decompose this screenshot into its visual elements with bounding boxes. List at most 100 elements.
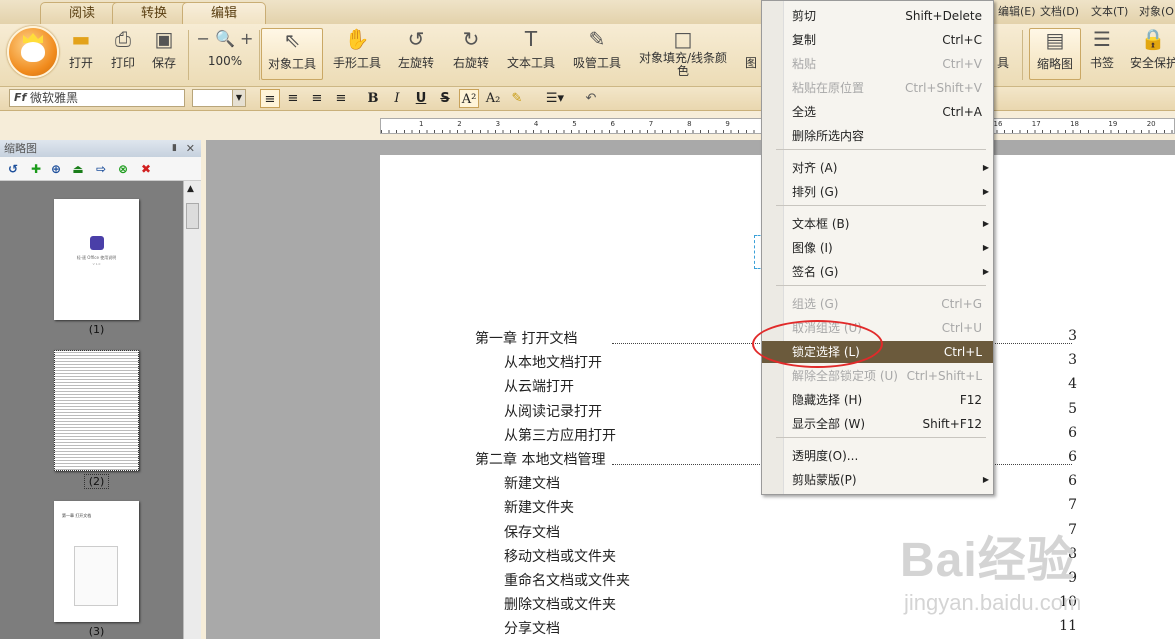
font-icon: Ff [14,91,27,104]
pin-icon[interactable]: ▮ [172,140,177,157]
toc-page-number: 3 [1068,352,1077,369]
underline-button[interactable]: U [411,89,431,108]
scroll-thumb[interactable] [186,203,199,229]
toc-entry[interactable]: 从云端打开 [504,376,574,396]
font-family-select[interactable]: Ff 微软雅黑 [9,89,185,107]
menu-document[interactable]: 文档(D) [1040,3,1079,19]
zoom-control[interactable]: − 🔍 + 100% [193,28,257,68]
close-icon[interactable]: ✕ [186,140,195,157]
add-page-icon[interactable]: ✚ [28,161,44,177]
toc-entry[interactable]: 从阅读记录打开 [504,401,602,421]
replace-page-icon[interactable]: ⊗ [115,161,131,177]
toc-entry[interactable]: 分享文档 [504,618,560,638]
submenu-arrow-icon: ▶ [982,475,989,484]
annotation-circle [752,320,883,368]
print-button[interactable]: ⎙ 打印 [106,28,140,71]
context-menu-item[interactable]: 粘贴 Ctrl+V [762,53,993,75]
hand-tool-button[interactable]: ✋ 手形工具 [330,28,384,71]
toc-entry[interactable]: 保存文档 [504,522,560,542]
context-menu-item[interactable]: 粘贴在原位置 Ctrl+Shift+V [762,77,993,99]
menu-object[interactable]: 对象(O [1139,3,1174,19]
strikethrough-button[interactable]: S [435,89,455,108]
context-menu-item[interactable]: 签名 (G) ▶ [762,261,993,283]
context-menu-item[interactable]: 对齐 (A) ▶ [762,157,993,179]
app-logo-icon[interactable] [7,26,59,78]
rotate-left-button[interactable]: ↺ 左旋转 [392,28,440,71]
context-menu-item[interactable]: 剪贴蒙版(P) ▶ [762,469,993,491]
italic-icon: I [394,91,400,106]
font-size-select[interactable]: ▼ [192,89,246,107]
italic-button[interactable]: I [387,89,407,108]
image-tool-button-partial[interactable]: 图 [742,28,760,71]
context-menu-item[interactable]: 隐藏选择 (H) F12 [762,389,993,411]
extract-page-icon[interactable]: ⏏ [70,161,86,177]
ruler-number: 17 [1031,120,1041,128]
toc-page-number: 6 [1068,424,1077,441]
context-menu-item[interactable]: 透明度(O)... [762,445,993,467]
bookmark-button[interactable]: ☰ 书签 [1086,28,1118,71]
object-tool-button[interactable]: ⇖ 对象工具 [261,28,323,80]
menu-text[interactable]: 文本(T) [1091,3,1128,19]
align-right-icon: ≡ [311,91,323,106]
context-menu-item[interactable]: 文本框 (B) ▶ [762,213,993,235]
toc-chapter[interactable]: 第一章 打开文档 [475,328,577,348]
toc-entry[interactable]: 重命名文档或文件夹 [504,570,630,590]
thumbnail-button[interactable]: ▤ 缩略图 [1029,28,1081,80]
thumbnail-page-2[interactable] [54,350,139,471]
superscript-button[interactable]: A² [459,89,479,108]
toc-entry[interactable]: 删除文档或文件夹 [504,594,616,614]
main-toolbar: ▬ 打开 ⎙ 打印 ▣ 保存 − 🔍 + 100% ⇖ 对象工具 ✋ 手形工具 … [0,24,1175,87]
insert-page-icon[interactable]: ⊕ [48,161,64,177]
security-button[interactable]: 🔒 安全保护 [1130,28,1175,71]
line-spacing-button[interactable]: ☰▾ [540,89,570,108]
tab-edit[interactable]: 编辑 [182,2,266,24]
context-menu-item[interactable]: 复制 Ctrl+C [762,29,993,51]
toc-entry[interactable]: 从本地文档打开 [504,352,602,372]
bold-button[interactable]: B [363,89,383,108]
context-menu-item[interactable]: 显示全部 (W) Shift+F12 [762,413,993,435]
context-menu-item[interactable]: 全选 Ctrl+A [762,101,993,123]
undo-button[interactable]: ↶ [581,89,601,108]
delete-page-icon[interactable]: ✖ [138,161,154,177]
subscript-button[interactable]: A₂ [483,89,503,108]
thumbnail-scrollbar[interactable]: ▲ [183,181,201,639]
align-center-button[interactable]: ≡ [283,89,303,108]
thumbnail-list[interactable]: 轻·速 Office 使用说明 V 1.0 (1) (2) 第一章 打开文档 (… [0,181,183,639]
toc-entry[interactable]: 新建文件夹 [504,497,574,517]
context-menu-item[interactable]: 剪切 Shift+Delete [762,5,993,27]
highlight-button[interactable]: ✎ [507,89,527,108]
tool-button-partial[interactable]: 具 [994,28,1012,71]
toc-entry[interactable]: 从第三方应用打开 [504,425,616,445]
thumbnail-page-3[interactable]: 第一章 打开文档 [54,501,139,622]
toc-page-number: 11 [1059,618,1077,635]
export-page-icon[interactable]: ⇨ [93,161,109,177]
text-tool-button[interactable]: T 文本工具 [503,28,559,71]
context-menu-item[interactable]: 组选 (G) Ctrl+G [762,293,993,315]
eyedropper-icon: ✎ [588,27,606,51]
open-button[interactable]: ▬ 打开 [64,28,98,71]
format-toolbar: Ff 微软雅黑 ▼ ≡ ≡ ≡ ≡ B I U S A² A₂ ✎ ☰▾ ↶ [0,87,1175,111]
justify-button[interactable]: ≡ [331,89,351,108]
rotate-page-icon[interactable]: ↺ [5,161,21,177]
toc-chapter[interactable]: 第二章 本地文档管理 [475,449,605,469]
scroll-up-icon[interactable]: ▲ [187,184,194,194]
context-menu-item[interactable]: 图像 (I) ▶ [762,237,993,259]
save-button[interactable]: ▣ 保存 [147,28,181,71]
align-center-icon: ≡ [287,91,299,106]
eyedropper-button[interactable]: ✎ 吸管工具 [569,28,625,71]
bold-icon: B [367,91,379,106]
fill-line-color-button[interactable]: □ 对象填充/线条颜色 [634,28,732,78]
thumbnail-icon: ▤ [1045,28,1065,52]
menu-edit[interactable]: 编辑(E) [998,3,1036,19]
context-menu-item[interactable]: 删除所选内容 [762,125,993,147]
context-menu-item[interactable]: 排列 (G) ▶ [762,181,993,203]
toc-entry[interactable]: 移动文档或文件夹 [504,546,616,566]
rotate-right-button[interactable]: ↻ 右旋转 [447,28,495,71]
toolbar-divider [259,30,260,80]
toc-entry[interactable]: 新建文档 [504,473,560,493]
line-spacing-icon: ☰▾ [545,91,565,106]
thumbnail-page-1[interactable]: 轻·速 Office 使用说明 V 1.0 [54,199,139,320]
align-left-button[interactable]: ≡ [260,89,280,108]
align-right-button[interactable]: ≡ [307,89,327,108]
context-menu-item[interactable]: 解除全部锁定项 (U) Ctrl+Shift+L [762,365,993,387]
